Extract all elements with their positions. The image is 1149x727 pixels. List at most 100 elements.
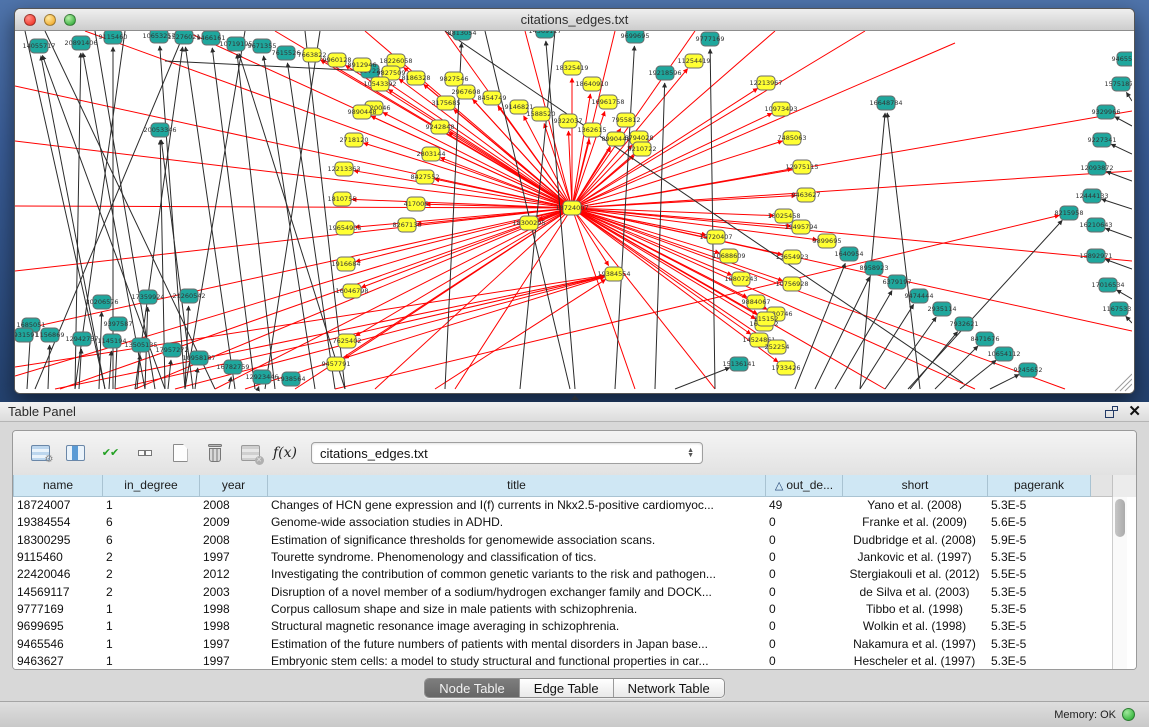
graph-node[interactable]: 9827546 [440, 72, 469, 86]
table-mode-icon[interactable]: ⚙ [27, 440, 53, 466]
graph-node[interactable]: 7932621 [950, 317, 979, 331]
graph-node[interactable]: 9699695 [621, 31, 650, 43]
graph-node[interactable]: 9397587 [104, 317, 133, 331]
graph-node[interactable]: 10654112 [987, 347, 1020, 361]
graph-node[interactable]: 11675335 [1102, 302, 1132, 316]
close-icon[interactable]: ✕ [1128, 404, 1141, 419]
window-titlebar[interactable]: citations_edges.txt [15, 9, 1134, 31]
graph-node[interactable]: 18300295 [512, 216, 545, 230]
graph-node[interactable]: 1156869 [36, 328, 65, 342]
table-row[interactable]: 946554611997Estimation of the future num… [13, 635, 1112, 652]
graph-node[interactable]: 1810755 [328, 192, 357, 206]
tab-network-table[interactable]: Network Table [613, 679, 724, 697]
graph-node[interactable]: 10973493 [764, 102, 797, 116]
graph-node[interactable]: 12923446 [245, 370, 278, 384]
function-builder-icon[interactable]: f(x) [272, 440, 298, 466]
table-row[interactable]: 946362711997Embryonic stem cells: a mode… [13, 652, 1112, 669]
scrollbar-thumb[interactable] [1115, 499, 1125, 537]
graph-node[interactable]: 8427552 [411, 170, 440, 184]
graph-node[interactable]: 19495794 [784, 220, 817, 234]
column-header-year[interactable]: year [200, 475, 268, 496]
table-row[interactable]: 1456911722003Disruption of a novel membe… [13, 583, 1112, 600]
column-header-out-de-[interactable]: △out_de... [766, 475, 843, 496]
graph-node[interactable]: 1733426 [772, 361, 801, 375]
table-row[interactable]: 1872400712008Changes of HCN gene express… [13, 497, 1112, 514]
graph-node[interactable]: 15751874 [1104, 77, 1132, 91]
graph-node[interactable]: 12213363 [327, 162, 360, 176]
vertical-scrollbar[interactable] [1112, 497, 1127, 670]
graph-node[interactable]: 18325419 [555, 61, 588, 75]
graph-node[interactable]: 9884067 [742, 295, 771, 309]
graph-node[interactable]: 12975115 [785, 160, 818, 174]
graph-node[interactable]: 17016534 [1091, 278, 1124, 292]
splitter-handle-icon[interactable] [571, 395, 579, 400]
column-header-short[interactable]: short [843, 475, 988, 496]
graph-node[interactable]: 6379197 [883, 275, 912, 289]
column-header-name[interactable]: name [14, 475, 103, 496]
graph-node[interactable]: 21260542 [172, 289, 205, 303]
table-row[interactable]: 969969511998Structural magnetic resonanc… [13, 618, 1112, 635]
graph-node[interactable]: 9242848 [426, 120, 455, 134]
graph-node[interactable]: 18640910 [575, 77, 608, 91]
graph-node[interactable]: 14569117 [528, 31, 561, 38]
graph-node[interactable]: 1916684 [332, 257, 361, 271]
graph-node[interactable]: 2967608 [452, 85, 481, 99]
show-column-icon[interactable] [62, 440, 88, 466]
graph-node[interactable]: 19218596 [648, 66, 681, 80]
network-canvas[interactable]: 1405571720891406911546010653257152760219… [15, 31, 1134, 393]
graph-node[interactable]: 20206576 [85, 295, 118, 309]
graph-node[interactable]: 13654923 [775, 250, 808, 264]
graph-node[interactable]: 1640954 [835, 247, 864, 261]
graph-node[interactable]: 15892971 [1079, 249, 1112, 263]
table-row[interactable]: 1938455462009Genome-wide association stu… [13, 514, 1112, 531]
graph-node[interactable]: 12942757 [65, 332, 98, 346]
panel-splitter[interactable] [0, 394, 1149, 402]
graph-node[interactable]: 17359924 [131, 290, 164, 304]
graph-node[interactable]: 2803144 [417, 147, 446, 161]
graph-node[interactable]: 8958923 [860, 261, 889, 275]
graph-node[interactable]: 8267130 [393, 218, 422, 232]
network-view-window[interactable]: citations_edges.txt 14055717208914069115… [14, 8, 1135, 394]
table-row[interactable]: 1830029562008Estimation of significance … [13, 531, 1112, 548]
graph-node[interactable]: 8215958 [1055, 206, 1084, 220]
graph-node[interactable]: 3175685 [432, 96, 461, 110]
graph-node[interactable]: 11254419 [677, 54, 710, 68]
select-rows-icon[interactable]: ✔✔ [97, 440, 123, 466]
graph-node[interactable]: 10543392 [363, 77, 396, 91]
column-header-title[interactable]: title [268, 475, 766, 496]
graph-node[interactable]: 9777169 [696, 32, 725, 46]
graph-node[interactable]: 9474444 [905, 289, 934, 303]
graph-node[interactable]: 417006 [404, 197, 429, 211]
delete-column-icon[interactable] [202, 440, 228, 466]
graph-node[interactable]: 9899695 [813, 234, 842, 248]
graph-node[interactable]: 7615526 [272, 46, 301, 60]
table-row[interactable]: 977716911998Corpus callosum shape and si… [13, 600, 1112, 617]
graph-node[interactable]: 9210722 [628, 142, 657, 156]
graph-node[interactable]: 19384554 [597, 267, 630, 281]
float-panel-icon[interactable] [1105, 406, 1118, 418]
graph-node[interactable]: 19654905 [328, 221, 361, 235]
row-height-icon[interactable] [132, 440, 158, 466]
graph-node[interactable]: 10756928 [775, 277, 808, 291]
table-row[interactable]: 2242004622012Investigating the contribut… [13, 566, 1112, 583]
graph-node[interactable]: 2935114 [928, 302, 957, 316]
network-graph[interactable]: 1405571720891406911546010653257152760219… [15, 31, 1132, 393]
graph-node[interactable]: 7485063 [778, 131, 807, 145]
graph-node[interactable]: 14055717 [22, 39, 55, 53]
graph-node[interactable]: 7955812 [612, 113, 641, 127]
graph-node[interactable]: 13505135 [124, 338, 157, 352]
graph-node[interactable]: 20891406 [64, 36, 97, 50]
column-header-pagerank[interactable]: pagerank [988, 475, 1091, 496]
table-row[interactable]: 911546021997Tourette syndrome. Phenomeno… [13, 548, 1112, 565]
graph-node[interactable]: 7625402 [333, 334, 362, 348]
graph-node[interactable]: 1145194 [98, 334, 127, 348]
graph-node[interactable]: 12213967 [749, 76, 782, 90]
graph-node[interactable]: 8471676 [971, 332, 1000, 346]
graph-node[interactable]: 16046798 [335, 284, 368, 298]
graph-node[interactable]: 18807243 [724, 272, 757, 286]
graph-node[interactable]: 252254 [765, 340, 790, 354]
tab-edge-table[interactable]: Edge Table [519, 679, 613, 697]
graph-node[interactable]: 115152 [754, 312, 779, 326]
graph-node[interactable]: 16210643 [1079, 218, 1112, 232]
graph-node[interactable]: 1588520 [527, 107, 556, 121]
